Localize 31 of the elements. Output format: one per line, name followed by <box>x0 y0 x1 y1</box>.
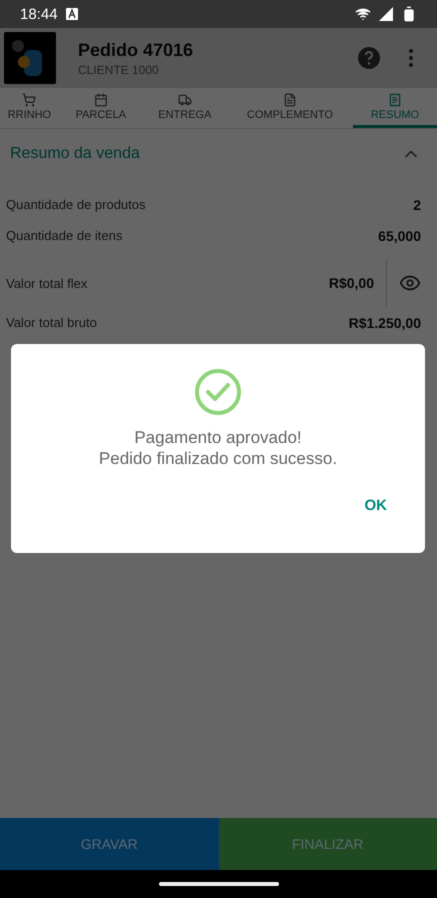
status-time: 18:44 <box>20 6 58 22</box>
tab[interactable]: RESUMO <box>352 88 437 128</box>
document-icon <box>282 92 297 106</box>
order-title: Pedido 47016 <box>78 40 194 60</box>
cart-icon <box>22 92 36 106</box>
notification-icon <box>66 8 78 20</box>
receipt-icon <box>388 92 402 106</box>
action-button[interactable]: GRAVAR <box>0 818 218 870</box>
row-value: 2 <box>413 196 421 212</box>
row-label: Quantidade de itens <box>6 228 122 243</box>
calendar-icon <box>94 92 108 106</box>
row-label: Quantidade de produtos <box>6 197 146 212</box>
wifi-icon <box>355 6 371 22</box>
dialog-message: Pagamento aprovado! Pedido finalizado com sucesso. <box>98 427 338 469</box>
tab[interactable]: RRINHO <box>0 88 59 128</box>
row-label: Valor total bruto <box>6 315 97 330</box>
tab[interactable]: ENTREGA <box>142 88 227 128</box>
row-label: Valor total flex <box>6 276 88 290</box>
row-value: R$0,00 <box>328 275 374 291</box>
truck-icon <box>178 92 192 106</box>
ok-button[interactable]: OK <box>356 493 395 518</box>
row-value: 65,000 <box>378 228 421 244</box>
check-circle-icon <box>195 369 241 415</box>
signal-icon <box>379 7 393 21</box>
tab[interactable]: PARCELA <box>58 88 143 128</box>
app-logo <box>4 32 56 84</box>
row-value: R$1.250,00 <box>348 314 421 330</box>
section-title: Resumo da venda <box>10 145 140 163</box>
action-button[interactable]: FINALIZAR <box>218 818 437 870</box>
help-icon[interactable] <box>357 46 381 70</box>
tab[interactable]: COMPLEMENTO <box>226 88 353 128</box>
